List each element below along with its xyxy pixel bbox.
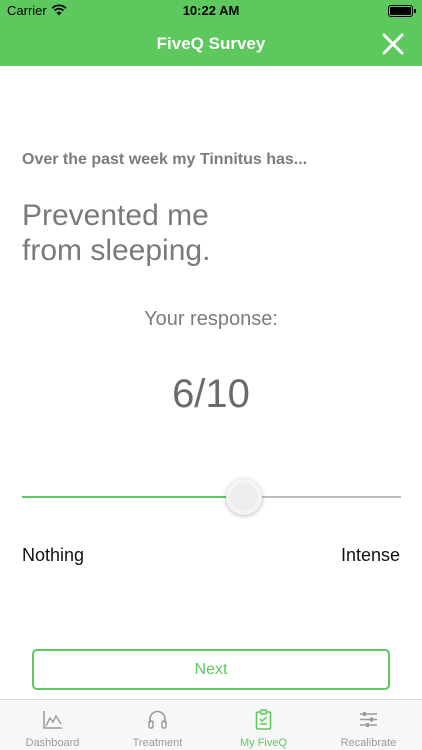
chart-area-icon (43, 711, 62, 729)
tab-label: My FiveQ (239, 737, 288, 749)
response-slider[interactable] (22, 478, 401, 518)
slider-thumb[interactable] (226, 479, 262, 515)
tab-my-fiveq[interactable]: My FiveQ (211, 700, 316, 750)
battery-icon (388, 5, 416, 17)
slider-track-filled (22, 496, 228, 498)
tab-label: Recalibrate (340, 737, 397, 749)
survey-prompt: Over the past week my Tinnitus has... (22, 151, 308, 168)
clipboard-icon (255, 709, 272, 730)
tab-dashboard[interactable]: Dashboard (0, 700, 105, 750)
response-label: Your response: (144, 308, 278, 330)
response-value: 6/10 (172, 372, 250, 416)
next-button[interactable]: Next (32, 649, 390, 690)
tab-treatment[interactable]: Treatment (105, 700, 210, 750)
close-icon[interactable] (380, 31, 406, 57)
sliders-icon (360, 712, 377, 727)
nav-bar: FiveQ Survey (0, 22, 422, 66)
status-bar: Carrier 10:22 AM (0, 0, 422, 22)
slider-max-label: Intense (340, 545, 400, 565)
status-time: 10:22 AM (182, 3, 240, 18)
headphones-icon (148, 710, 167, 729)
tab-bar: Dashboard Treatment My FiveQ Recalibrate (0, 699, 422, 750)
question-line-1: Prevented me (22, 199, 209, 232)
page-title: FiveQ Survey (156, 34, 266, 53)
tab-label: Treatment (132, 737, 183, 749)
question-line-2: from sleeping. (22, 234, 211, 267)
tab-label: Dashboard (25, 737, 80, 749)
slider-min-label: Nothing (22, 545, 85, 565)
tab-recalibrate[interactable]: Recalibrate (316, 700, 421, 750)
slider-track-remaining (260, 496, 401, 498)
survey-question: Prevented me from sleeping. (22, 198, 402, 268)
